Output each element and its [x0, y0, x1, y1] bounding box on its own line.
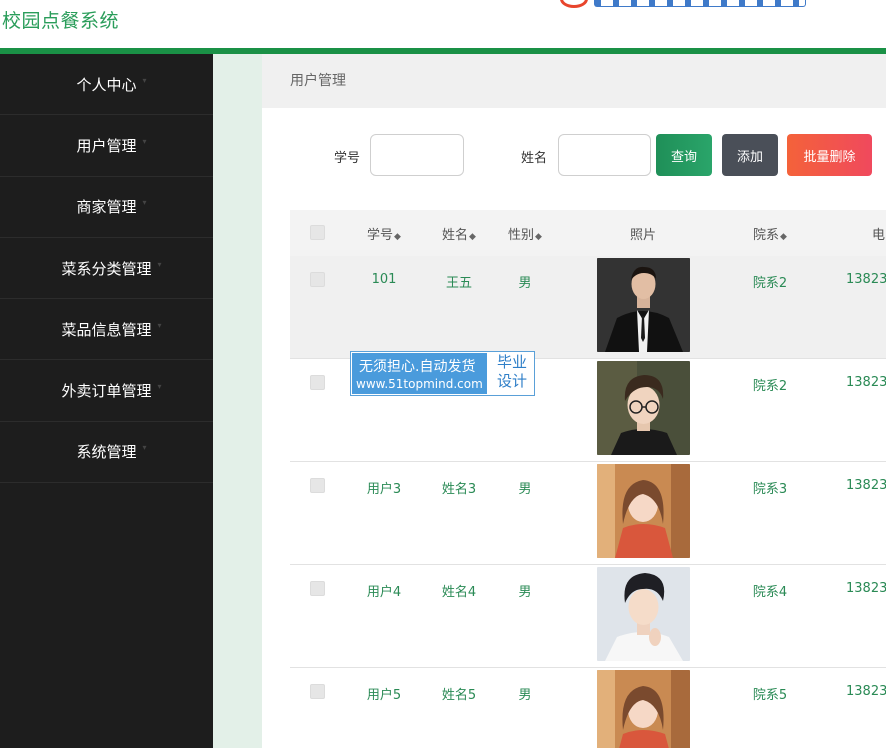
sidebar-item-label: 外卖订单管理 — [61, 380, 161, 401]
cell-department: 院系2 — [752, 379, 788, 394]
header-name[interactable]: 姓名◆ — [442, 224, 476, 243]
sidebar-item-label: 系统管理 — [76, 441, 146, 462]
sidebar-item-cuisine-category[interactable]: 菜系分类管理 — [0, 238, 213, 300]
cell-phone: 13823 — [846, 684, 886, 699]
sidebar-item-user-management[interactable]: 用户管理 — [0, 115, 213, 177]
batch-delete-button[interactable]: 批量删除 — [787, 134, 872, 176]
cell-department: 院系2 — [752, 276, 788, 291]
sidebar-item-system-management[interactable]: 系统管理 — [0, 422, 213, 484]
table-row[interactable]: 用户5 姓名5 男 院系5 13823 — [290, 668, 886, 748]
logo-mark-icon — [560, 0, 588, 8]
cell-gender: 男 — [518, 276, 532, 291]
app-title: 校园点餐系统 — [2, 10, 120, 32]
cell-name: 王五 — [445, 276, 473, 291]
breadcrumb-current: 用户管理 — [290, 73, 346, 89]
user-photo — [597, 670, 690, 748]
breadcrumb: 用户管理 — [262, 54, 886, 108]
sidebar-item-label: 个人中心 — [76, 74, 146, 95]
sidebar-item-label: 菜系分类管理 — [61, 258, 161, 279]
sort-icon: ◆ — [535, 232, 542, 242]
row-checkbox[interactable] — [310, 272, 325, 287]
user-table: 学号◆ 姓名◆ 性别◆ 照片 院系◆ 电 101 王五 男 院系2 13823 … — [290, 210, 886, 748]
cell-phone: 13823 — [846, 478, 886, 493]
watermark-badge: 无须担心.自动发货 www.51topmind.com 毕业 设计 — [350, 351, 535, 396]
cell-student-id: 用户3 — [366, 482, 402, 497]
cell-department: 院系5 — [752, 688, 788, 703]
cell-gender: 男 — [518, 688, 532, 703]
sidebar-item-personal-center[interactable]: 个人中心 — [0, 54, 213, 116]
cell-name: 姓名5 — [441, 688, 477, 703]
sidebar-item-label: 商家管理 — [76, 196, 146, 217]
cell-phone: 13823 — [846, 272, 886, 287]
sidebar: 个人中心 用户管理 商家管理 菜系分类管理 菜品信息管理 外卖订单管理 系统管理 — [0, 54, 213, 748]
sidebar-item-merchant-management[interactable]: 商家管理 — [0, 177, 213, 238]
watermark-right: 毕业 设计 — [491, 353, 533, 391]
cell-department: 院系4 — [752, 585, 788, 600]
table-row[interactable]: 用户4 姓名4 男 院系4 13823 — [290, 565, 886, 668]
student-id-input[interactable] — [370, 134, 464, 176]
header-phone: 电 — [872, 228, 886, 243]
table-row[interactable]: 101 王五 男 院系2 13823 — [290, 256, 886, 359]
watermark-left: 无须担心.自动发货 www.51topmind.com — [352, 353, 487, 394]
watermark-line1: 无须担心.自动发货 — [359, 359, 476, 375]
header-department[interactable]: 院系◆ — [753, 224, 787, 243]
cell-department: 院系3 — [752, 482, 788, 497]
add-button[interactable]: 添加 — [722, 134, 778, 176]
table-header: 学号◆ 姓名◆ 性别◆ 照片 院系◆ 电 — [290, 210, 886, 256]
cell-phone: 13823 — [846, 375, 886, 390]
cell-student-id: 用户5 — [366, 688, 402, 703]
cell-phone: 13823 — [846, 581, 886, 596]
sort-icon: ◆ — [469, 232, 476, 242]
row-checkbox[interactable] — [310, 478, 325, 493]
cell-gender: 男 — [518, 585, 532, 600]
cell-student-id: 101 — [371, 272, 397, 287]
watermark-right-bottom: 设计 — [496, 372, 527, 390]
cell-student-id: 用户4 — [366, 585, 402, 600]
content-gutter — [213, 54, 262, 748]
top-header: 校园点餐系统 — [0, 0, 886, 48]
name-input[interactable] — [558, 134, 651, 176]
sidebar-item-takeout-orders[interactable]: 外卖订单管理 — [0, 360, 213, 422]
header-student-id[interactable]: 学号◆ — [367, 224, 401, 243]
watermark-right-top: 毕业 — [496, 353, 527, 371]
sort-icon: ◆ — [394, 232, 401, 242]
watermark-line2: www.51topmind.com — [356, 377, 483, 391]
row-checkbox[interactable] — [310, 684, 325, 699]
student-id-label: 学号 — [334, 151, 361, 166]
header-photo: 照片 — [629, 228, 657, 243]
header-gender[interactable]: 性别◆ — [508, 224, 542, 243]
user-photo — [597, 361, 690, 455]
header-department-label: 院系 — [753, 228, 780, 243]
user-photo — [597, 567, 690, 661]
main-content: 用户管理 学号 姓名 查询 添加 批量删除 学号◆ 姓名◆ 性别◆ 照片 院系◆… — [262, 54, 886, 748]
cell-name: 姓名4 — [441, 585, 477, 600]
select-all-checkbox[interactable] — [310, 225, 325, 240]
logo-strip-icon — [594, 0, 806, 7]
table-row[interactable]: 用户3 姓名3 男 院系3 13823 — [290, 462, 886, 565]
row-checkbox[interactable] — [310, 375, 325, 390]
sidebar-item-label: 用户管理 — [76, 135, 146, 156]
query-button[interactable]: 查询 — [656, 134, 712, 176]
sidebar-item-dish-info[interactable]: 菜品信息管理 — [0, 299, 213, 361]
top-logo-strip — [560, 0, 806, 8]
user-photo — [597, 464, 690, 558]
sort-icon: ◆ — [780, 232, 787, 242]
user-photo — [597, 258, 690, 352]
header-gender-label: 性别 — [508, 228, 535, 243]
header-name-label: 姓名 — [442, 228, 469, 243]
row-checkbox[interactable] — [310, 581, 325, 596]
app-root: 校园点餐系统 个人中心 用户管理 商家管理 菜系分类管理 菜品信息管理 外卖订单… — [0, 0, 886, 748]
cell-gender: 男 — [518, 482, 532, 497]
name-label: 姓名 — [521, 151, 548, 166]
header-student-id-label: 学号 — [367, 228, 394, 243]
sidebar-item-label: 菜品信息管理 — [61, 319, 161, 340]
cell-name: 姓名3 — [441, 482, 477, 497]
